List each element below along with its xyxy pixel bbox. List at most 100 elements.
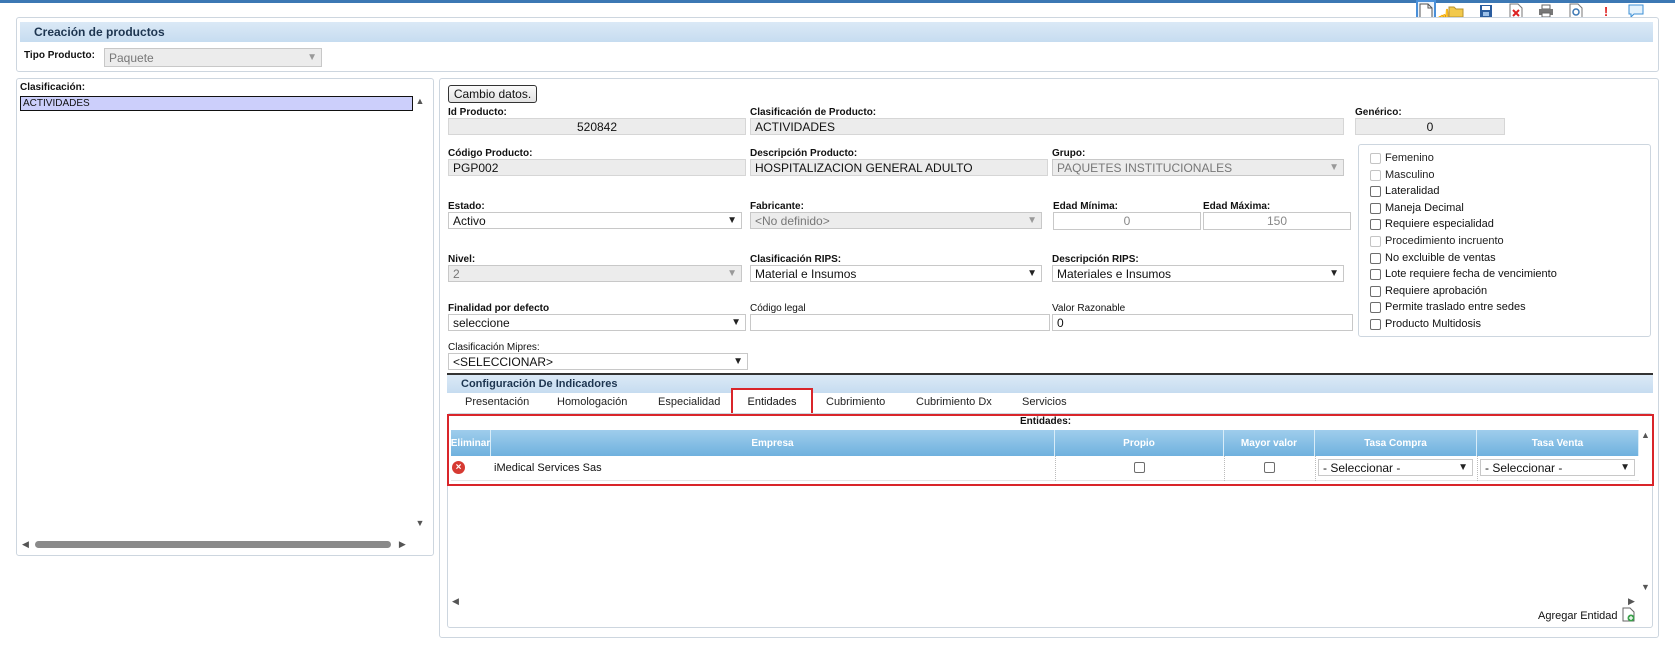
checkbox[interactable] — [1370, 218, 1381, 230]
checkbox[interactable] — [1370, 202, 1381, 214]
col-propio: Propio — [1055, 430, 1224, 456]
finalidad-label: Finalidad por defecto — [448, 303, 550, 314]
finalidad-select[interactable]: seleccione ▼ — [448, 314, 746, 331]
checkbox[interactable] — [1370, 285, 1381, 297]
edad-maxima-input[interactable]: 150 — [1203, 212, 1351, 230]
tab-cubrimiento[interactable]: Cubrimiento — [826, 396, 885, 408]
scroll-left-icon[interactable]: ◀ — [22, 539, 29, 550]
col-mayor-valor: Mayor valor — [1224, 430, 1315, 456]
checkbox-row[interactable]: Lote requiere fecha de vencimiento — [1370, 268, 1557, 280]
checkbox-label: Lateralidad — [1385, 185, 1440, 197]
checkbox-row[interactable]: Lateralidad — [1370, 185, 1439, 197]
tab-cubrimiento-dx[interactable]: Cubrimiento Dx — [916, 396, 992, 408]
generico-label: Genérico: — [1355, 107, 1402, 118]
scroll-right-icon[interactable]: ▶ — [399, 539, 406, 550]
checkbox-label: Procedimiento incruento — [1385, 235, 1504, 247]
delete-row-icon[interactable]: × — [452, 461, 465, 474]
codigo-legal-input[interactable] — [750, 314, 1050, 331]
tasa-compra-select[interactable]: - Seleccionar - ▼ — [1318, 459, 1473, 476]
col-divider — [1055, 456, 1056, 481]
nivel-label: Nivel: — [448, 254, 476, 265]
tasa-venta-select[interactable]: - Seleccionar - ▼ — [1480, 459, 1635, 476]
edad-maxima-label: Edad Máxima: — [1203, 201, 1271, 212]
checkbox-row[interactable]: Requiere especialidad — [1370, 218, 1494, 230]
checkbox-row: Procedimiento incruento — [1370, 235, 1504, 247]
descripcion-rips-select[interactable]: Materiales e Insumos ▼ — [1052, 265, 1344, 282]
checkbox — [1370, 169, 1381, 181]
checkbox-row: Femenino — [1370, 152, 1434, 164]
descripcion-rips-label: Descripción RIPS: — [1052, 254, 1139, 265]
checkbox-row[interactable]: Requiere aprobación — [1370, 285, 1487, 297]
tab-presentacion[interactable]: Presentación — [465, 396, 529, 408]
grid-scroll-right-icon[interactable]: ▶ — [1628, 596, 1635, 607]
scroll-thumb[interactable] — [34, 540, 391, 548]
descripcion-producto-field: HOSPITALIZACION GENERAL ADULTO — [750, 159, 1048, 176]
edad-minima-label: Edad Mínima: — [1053, 201, 1119, 212]
checkbox[interactable] — [1370, 185, 1381, 197]
checkbox-row[interactable]: Permite traslado entre sedes — [1370, 301, 1526, 313]
col-tasa-venta: Tasa Venta — [1477, 430, 1639, 456]
fabricante-select[interactable]: <No definido> ▼ — [750, 212, 1042, 229]
tab-servicios[interactable]: Servicios — [1022, 396, 1067, 408]
checkbox — [1370, 152, 1381, 164]
checkbox-row[interactable]: No excluible de ventas — [1370, 252, 1496, 264]
checkbox-label: Femenino — [1385, 152, 1434, 164]
clasificacion-list-item[interactable]: ACTIVIDADES — [20, 96, 413, 111]
agregar-entidad-button[interactable]: Agregar Entidad — [1538, 607, 1635, 625]
checkbox-row[interactable]: Producto Multidosis — [1370, 318, 1481, 330]
grupo-select[interactable]: PAQUETES INSTITUCIONALES ▼ — [1052, 159, 1344, 176]
checkbox[interactable] — [1370, 318, 1381, 330]
checkbox[interactable] — [1370, 301, 1381, 313]
fabricante-label: Fabricante: — [750, 201, 804, 212]
add-document-icon — [1622, 607, 1635, 625]
codigo-legal-label: Código legal — [750, 303, 806, 314]
checkbox-label: Lote requiere fecha de vencimiento — [1385, 268, 1557, 280]
clasificacion-rips-select[interactable]: Material e Insumos ▼ — [750, 265, 1042, 282]
vertical-scrollbar[interactable]: ▲ ▼ — [414, 96, 426, 536]
propio-checkbox[interactable] — [1134, 462, 1145, 473]
edad-minima-input[interactable]: 0 — [1053, 212, 1201, 230]
mayor-valor-checkbox[interactable] — [1264, 462, 1275, 473]
descripcion-producto-label: Descripción Producto: — [750, 148, 858, 159]
clasificacion-label: Clasificación: — [20, 82, 86, 93]
indicadores-title: Configuración De Indicadores — [447, 375, 1653, 393]
clasificacion-mipres-select[interactable]: <SELECCIONAR> ▼ — [448, 353, 748, 370]
scroll-up-icon[interactable]: ▲ — [414, 96, 426, 106]
checkbox-row[interactable]: Maneja Decimal — [1370, 202, 1464, 214]
nivel-select[interactable]: 2 ▼ — [448, 265, 742, 282]
grid-scroll-down-icon[interactable]: ▼ — [1641, 582, 1650, 592]
id-producto-field: 520842 — [448, 118, 746, 135]
checkbox[interactable] — [1370, 252, 1381, 264]
grid-scroll-up-icon[interactable]: ▲ — [1641, 430, 1650, 440]
valor-razonable-input[interactable]: 0 — [1052, 314, 1353, 331]
empresa-cell: iMedical Services Sas — [494, 462, 602, 474]
checkbox-label: Permite traslado entre sedes — [1385, 301, 1526, 313]
grid-scroll-left-icon[interactable]: ◀ — [452, 596, 459, 607]
clasificacion-producto-label: Clasificación de Producto: — [750, 107, 877, 118]
tab-entidades[interactable]: Entidades — [731, 388, 813, 415]
col-tasa-compra: Tasa Compra — [1315, 430, 1477, 456]
checkbox-label: Maneja Decimal — [1385, 202, 1464, 214]
checkbox-label: Requiere especialidad — [1385, 218, 1494, 230]
estado-select[interactable]: Activo ▼ — [448, 212, 742, 229]
checkbox-row: Masculino — [1370, 169, 1435, 181]
checkbox-label: No excluible de ventas — [1385, 252, 1496, 264]
col-empresa: Empresa — [491, 430, 1055, 456]
clasificacion-producto-field: ACTIVIDADES — [750, 118, 1344, 135]
col-divider — [1315, 456, 1316, 481]
tab-homologacion[interactable]: Homologación — [557, 396, 627, 408]
cambio-datos-button[interactable]: Cambio datos. — [448, 85, 537, 103]
tab-especialidad[interactable]: Especialidad — [658, 396, 720, 408]
horizontal-scrollbar[interactable]: ◀ ▶ — [22, 538, 414, 550]
checkbox-label: Masculino — [1385, 169, 1435, 181]
clasificacion-panel — [16, 78, 434, 556]
checkbox-label: Producto Multidosis — [1385, 318, 1481, 330]
estado-label: Estado: — [448, 201, 485, 212]
checkbox[interactable] — [1370, 268, 1381, 280]
id-producto-label: Id Producto: — [448, 107, 507, 118]
tipo-producto-select[interactable]: Paquete ▼ — [104, 48, 322, 67]
codigo-producto-label: Código Producto: — [448, 148, 533, 159]
page-title: Creación de productos — [20, 22, 1653, 42]
grupo-label: Grupo: — [1052, 148, 1086, 159]
scroll-down-icon[interactable]: ▼ — [414, 518, 426, 528]
